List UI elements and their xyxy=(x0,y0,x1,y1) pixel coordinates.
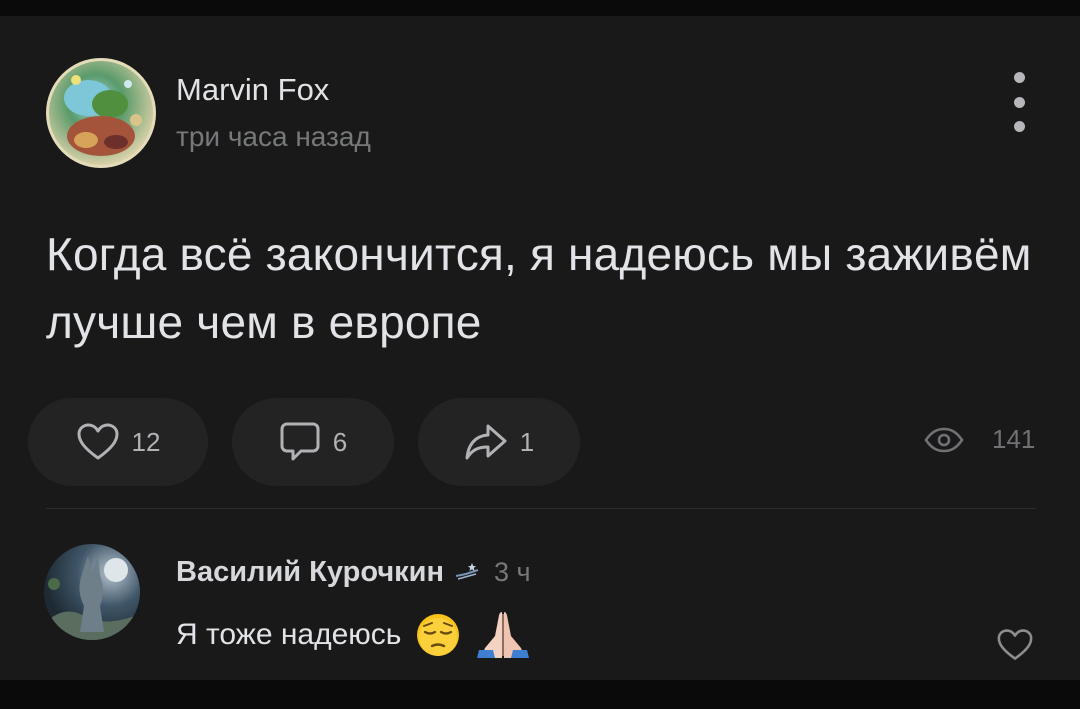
heart-icon xyxy=(997,629,1033,660)
share-icon xyxy=(465,424,507,460)
eye-icon xyxy=(924,427,964,452)
post-text: Когда всё закончится, я надеюсь мы зажив… xyxy=(46,228,1032,348)
more-options-button[interactable] xyxy=(1004,72,1034,132)
divider xyxy=(46,508,1036,509)
author-avatar[interactable] xyxy=(46,58,156,168)
verified-badge-icon xyxy=(455,563,479,580)
share-button[interactable]: 1 xyxy=(418,398,580,486)
comment-timestamp: 3 ч xyxy=(494,556,531,587)
comment-count: 6 xyxy=(332,426,348,457)
comment-body: Я тоже надеюсь xyxy=(176,610,531,660)
comment-like-button[interactable] xyxy=(996,628,1034,667)
comment-header: Василий Курочкин 3 ч xyxy=(176,554,531,590)
author-name[interactable]: Marvin Fox xyxy=(176,71,371,109)
views-counter: 141 xyxy=(924,424,1035,455)
folded-hands-icon xyxy=(477,612,530,658)
commenter-avatar[interactable] xyxy=(44,544,140,640)
post-header: Marvin Fox три часа назад xyxy=(46,58,371,168)
post-timestamp: три часа назад xyxy=(176,121,371,152)
like-count: 12 xyxy=(131,426,161,457)
more-vertical-icon xyxy=(1013,72,1025,83)
views-count: 141 xyxy=(992,424,1036,454)
comment-icon xyxy=(280,422,320,461)
share-count: 1 xyxy=(519,426,535,457)
comment-text: Я тоже надеюсь xyxy=(176,618,402,651)
pensive-face-icon xyxy=(417,614,460,656)
commenter-name[interactable]: Василий Курочкин xyxy=(176,554,444,590)
comment-button[interactable]: 6 xyxy=(232,398,394,486)
like-button[interactable]: 12 xyxy=(28,398,208,486)
post-card: Marvin Fox три часа назад Когда всё зако… xyxy=(0,16,1080,680)
heart-icon xyxy=(77,423,119,460)
